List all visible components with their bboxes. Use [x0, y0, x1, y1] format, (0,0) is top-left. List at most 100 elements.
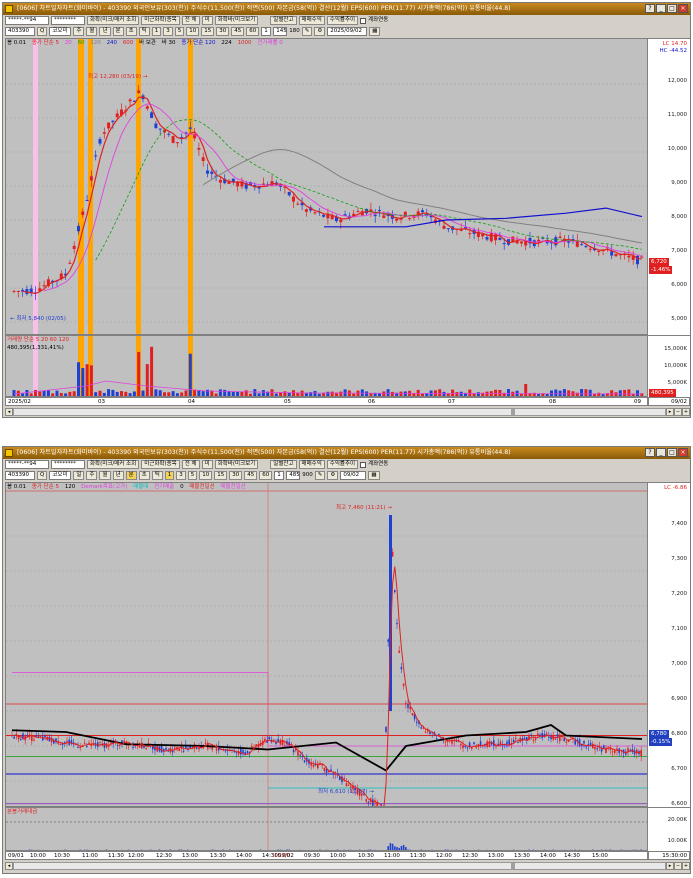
price-chart-area[interactable]: 봉 0.01 종가 단순 5 20 60 120 240 600 바 보관 바 … [5, 38, 648, 335]
all-button[interactable]: 전 체 [181, 16, 200, 25]
calendar-icon[interactable]: ▦ [368, 471, 380, 480]
account-select[interactable]: *****-**94 [5, 16, 49, 25]
volume-bar [588, 389, 592, 396]
time-tick-label: 10:30 [358, 853, 374, 859]
chart-scrollbar[interactable]: ◂ ▸ − + [5, 861, 690, 870]
minute-45[interactable]: 45 [231, 27, 245, 36]
minute-30[interactable]: 30 [216, 27, 230, 36]
close-icon[interactable]: × [678, 448, 688, 457]
volume-chart-area[interactable]: 거래량 단순 5 20 60 120 480,395(1,331,41%) [5, 335, 648, 397]
minute-3[interactable]: 3 [163, 27, 173, 36]
volume-chart-area[interactable]: 분봉거래대금 [5, 807, 648, 851]
period-week[interactable]: 주 [73, 27, 85, 36]
zoom-out-icon[interactable]: − [674, 861, 682, 870]
recent-stock-button[interactable]: 미근화확(종목 [141, 460, 180, 469]
settings-icon[interactable]: ⚙ [314, 27, 326, 36]
minimize-icon[interactable]: _ [656, 4, 666, 13]
period-day[interactable]: 일 [73, 471, 85, 480]
search-icon[interactable]: Q [37, 27, 48, 36]
period-minute[interactable]: 분 [112, 27, 124, 36]
scroll-track[interactable] [13, 861, 666, 870]
price-chart-area[interactable]: 봉 0.01 종가 단순 5 120 Demark목표(고가) 매물대 전기매출… [5, 482, 648, 807]
password-field[interactable]: ******** [51, 460, 85, 469]
trade-profit-button[interactable]: 매매수익 [298, 460, 325, 469]
help-icon[interactable]: ? [645, 448, 655, 457]
close-icon[interactable]: × [678, 4, 688, 13]
minute-60[interactable]: 60 [246, 27, 260, 36]
scroll-track[interactable] [13, 407, 666, 416]
account-link-checkbox[interactable] [360, 461, 367, 468]
date-input[interactable]: 09/02 [340, 471, 367, 480]
view-balance-button[interactable]: 화확바(미크보기 [214, 16, 259, 25]
return-trend-button[interactable]: 수익률추이 [326, 16, 359, 25]
scroll-left-icon[interactable]: ◂ [5, 407, 13, 416]
mi-button[interactable]: 미 [201, 16, 213, 25]
daily-balance-button[interactable]: 일별잔고 [270, 16, 297, 25]
period-tick[interactable]: 틱 [138, 27, 150, 36]
minute-3[interactable]: 3 [176, 471, 186, 480]
minute-45[interactable]: 45 [244, 471, 258, 480]
balance-query-button[interactable]: 화확(미크/매커 조회 [87, 460, 140, 469]
bar-count-input[interactable]: 485 [286, 471, 301, 480]
minute-15[interactable]: 15 [214, 471, 228, 480]
period-year[interactable]: 년 [112, 471, 124, 480]
minute-10[interactable]: 10 [199, 471, 213, 480]
minute-60[interactable]: 60 [259, 471, 273, 480]
bar-count-input[interactable]: 145 [273, 27, 288, 36]
all-button[interactable]: 전 체 [181, 460, 200, 469]
date-input[interactable]: 2025/09/02 [327, 27, 368, 36]
recent-stock-button[interactable]: 미근화확(종목 [141, 16, 180, 25]
zoom-in-icon[interactable]: + [682, 861, 690, 870]
scroll-right-icon[interactable]: ▸ [666, 407, 674, 416]
period-tick[interactable]: 틱 [151, 471, 163, 480]
stock-code-input[interactable]: 403390 [5, 471, 35, 480]
minute-5[interactable]: 5 [187, 471, 198, 480]
date-tick-label: 09 [634, 399, 641, 405]
app-icon [5, 449, 13, 457]
period-month[interactable]: 월 [99, 471, 111, 480]
zoom-in-icon[interactable]: + [682, 407, 690, 416]
settings-icon[interactable]: ⚙ [327, 471, 339, 480]
minimize-icon[interactable]: _ [656, 448, 666, 457]
chart-scrollbar[interactable]: ◂ ▸ − + [5, 407, 690, 416]
minute-10[interactable]: 10 [186, 27, 200, 36]
account-select[interactable]: *****-**94 [5, 460, 49, 469]
account-link-checkbox[interactable] [360, 17, 367, 24]
minute-5[interactable]: 5 [174, 27, 185, 36]
draw-tool-icon[interactable]: ✎ [314, 471, 326, 480]
period-count-input[interactable]: 1 [261, 27, 272, 36]
scroll-right-icon[interactable]: ▸ [666, 861, 674, 870]
stock-name-field[interactable]: 코오미 [49, 471, 72, 480]
period-count-input[interactable]: 1 [274, 471, 285, 480]
window-title-bar[interactable]: [0606] 차트일자차트(화미바이) - 403390 외국인보유(303(천… [3, 447, 690, 459]
help-icon[interactable]: ? [645, 4, 655, 13]
search-icon[interactable]: Q [37, 471, 48, 480]
calendar-icon[interactable]: ▦ [369, 27, 381, 36]
balance-query-button[interactable]: 화확(미크/매커 조회 [87, 16, 140, 25]
trade-profit-button[interactable]: 매매수익 [298, 16, 325, 25]
scroll-left-icon[interactable]: ◂ [5, 861, 13, 870]
period-year[interactable]: 년 [99, 27, 111, 36]
period-second[interactable]: 초 [138, 471, 150, 480]
period-week[interactable]: 주 [86, 471, 98, 480]
minute-15[interactable]: 15 [201, 27, 215, 36]
return-trend-button[interactable]: 수익률추이 [326, 460, 359, 469]
minute-1[interactable]: 1 [164, 471, 175, 480]
period-month[interactable]: 월 [86, 27, 98, 36]
daily-balance-button[interactable]: 일별잔고 [270, 460, 297, 469]
stock-name-field[interactable]: 코오미 [49, 27, 72, 36]
period-second[interactable]: 초 [125, 27, 137, 36]
mi-button[interactable]: 미 [201, 460, 213, 469]
password-field[interactable]: ******** [51, 16, 85, 25]
period-minute[interactable]: 분 [125, 471, 137, 480]
window-title-bar[interactable]: [0606] 차트일자차트(화미바이) - 403390 외국인보유(303(천… [3, 3, 690, 15]
volume-bar [339, 391, 343, 396]
minute-1[interactable]: 1 [151, 27, 162, 36]
maximize-icon[interactable]: □ [667, 4, 677, 13]
maximize-icon[interactable]: □ [667, 448, 677, 457]
draw-tool-icon[interactable]: ✎ [301, 27, 313, 36]
stock-code-input[interactable]: 403390 [5, 27, 35, 36]
view-balance-button[interactable]: 화확바(미크보기 [214, 460, 259, 469]
zoom-out-icon[interactable]: − [674, 407, 682, 416]
minute-30[interactable]: 30 [229, 471, 243, 480]
